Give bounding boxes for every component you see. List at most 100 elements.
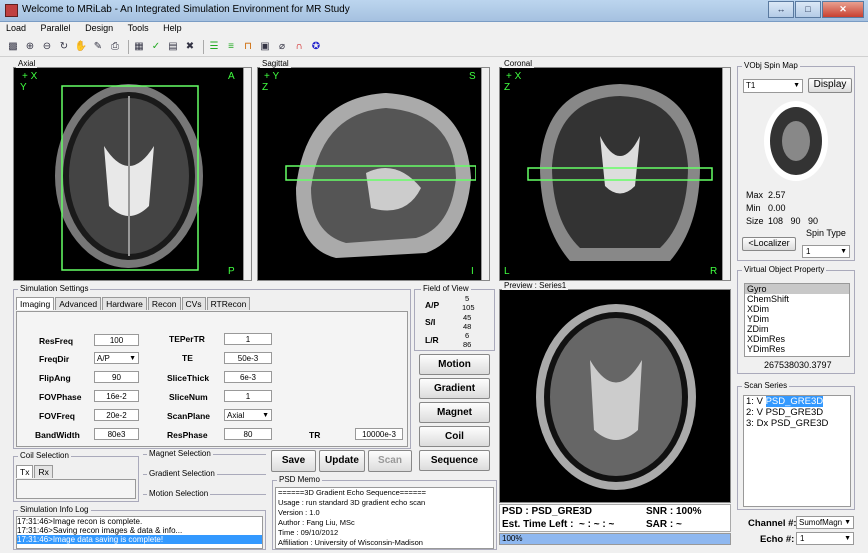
series-name: PSD_GRE3D bbox=[770, 418, 829, 429]
series-status: Dx bbox=[756, 418, 769, 429]
pulse-icon[interactable]: ⊓ bbox=[241, 40, 255, 54]
tab-cvs[interactable]: CVs bbox=[181, 297, 206, 310]
grid-icon[interactable]: ▦ bbox=[132, 40, 146, 54]
coronal-viewer[interactable]: Coronal + X Z L R bbox=[499, 59, 731, 281]
series-list[interactable]: 1: V PSD_GRE3D 2: V PSD_GRE3D 3: Dx PSD_… bbox=[743, 395, 851, 507]
info-log-list[interactable]: 17:31:46>Image recon is complete. 17:31:… bbox=[16, 516, 263, 549]
run-icon[interactable]: ✪ bbox=[309, 40, 323, 54]
tab-rtrecon[interactable]: RTRecon bbox=[206, 297, 251, 310]
menu-tools[interactable]: Tools bbox=[122, 22, 155, 34]
menu-help[interactable]: Help bbox=[157, 22, 188, 34]
plot-icon[interactable]: ⌀ bbox=[275, 40, 289, 54]
property-list[interactable]: Gyro ChemShift XDim YDim ZDim XDimRes YD… bbox=[744, 283, 850, 357]
tab-advanced[interactable]: Advanced bbox=[55, 297, 102, 310]
zoom-in-icon[interactable]: ⊕ bbox=[23, 40, 37, 54]
freqdir-select[interactable]: A/P ▼ bbox=[94, 352, 139, 364]
scanplane-select[interactable]: Axial ▼ bbox=[224, 409, 272, 421]
menu-design[interactable]: Design bbox=[79, 22, 119, 34]
tr-label: TR bbox=[309, 430, 321, 440]
display-button[interactable]: Display bbox=[808, 78, 852, 93]
axial-scrollbar[interactable] bbox=[243, 68, 251, 280]
series-row[interactable]: 2: V PSD_GRE3D bbox=[744, 407, 850, 418]
resphase-field[interactable]: 80 bbox=[224, 428, 272, 440]
spin-type-value: 1 bbox=[806, 247, 811, 256]
tab-tx[interactable]: Tx bbox=[16, 465, 34, 478]
minimize-button[interactable]: ↔ bbox=[768, 1, 794, 18]
property-item[interactable]: ZDim bbox=[745, 324, 849, 334]
channel-label: Channel #: bbox=[748, 518, 797, 529]
print-icon[interactable]: ⎙ bbox=[108, 40, 122, 54]
fovfreq-field[interactable]: 20e-2 bbox=[94, 409, 139, 421]
localizer-button[interactable]: <Localizer bbox=[742, 237, 796, 251]
sequence-button[interactable]: Sequence bbox=[419, 450, 490, 471]
gradient-selection-panel: Gradient Selection bbox=[143, 469, 266, 490]
sagittal-scrollbar[interactable] bbox=[481, 68, 489, 280]
slicenum-field[interactable]: 1 bbox=[224, 390, 272, 402]
property-item[interactable]: XDimRes bbox=[745, 334, 849, 344]
series-num: 1: bbox=[746, 396, 754, 407]
tab-imaging[interactable]: Imaging bbox=[16, 297, 55, 310]
coil-selection-panel: Coil Selection Tx Rx bbox=[13, 451, 139, 502]
property-item[interactable]: ChemShift bbox=[745, 294, 849, 304]
series-num: 2: bbox=[746, 407, 754, 418]
preview-viewer[interactable]: Preview : Series1 bbox=[499, 281, 731, 503]
check-icon[interactable]: ✓ bbox=[149, 40, 163, 54]
tab-rx[interactable]: Rx bbox=[34, 465, 53, 478]
menu-parallel[interactable]: Parallel bbox=[35, 22, 77, 34]
tab-hardware[interactable]: Hardware bbox=[102, 297, 147, 310]
tr-field[interactable]: 10000e-3 bbox=[355, 428, 403, 440]
virtual-object-panel: Virtual Object Property Gyro ChemShift X… bbox=[737, 265, 855, 374]
time-left: Est. Time Left : ~ : ~ : ~ bbox=[502, 519, 615, 530]
coronal-scrollbar[interactable] bbox=[722, 68, 730, 280]
scan-button[interactable]: Scan bbox=[368, 450, 412, 472]
channel-select[interactable]: SumofMagn ▼ bbox=[796, 516, 854, 529]
property-item[interactable]: XDim bbox=[745, 304, 849, 314]
flipang-field[interactable]: 90 bbox=[94, 371, 139, 383]
property-item[interactable]: YDim bbox=[745, 314, 849, 324]
field-of-view-panel: Field of View A/P 5 105 S/I 45 48 L/R 6 … bbox=[414, 284, 495, 351]
matrix-icon[interactable]: ▣ bbox=[258, 40, 272, 54]
echo-select[interactable]: 1 ▼ bbox=[796, 532, 854, 545]
table-icon[interactable]: ▤ bbox=[166, 40, 180, 54]
pan-icon[interactable]: ✋ bbox=[74, 40, 88, 54]
magnet-icon[interactable]: ∩ bbox=[292, 40, 306, 54]
field-label: SliceNum bbox=[169, 392, 208, 402]
rotate-icon[interactable]: ↻ bbox=[57, 40, 71, 54]
spin-map-select[interactable]: T1 ▼ bbox=[743, 79, 803, 93]
save-button[interactable]: Save bbox=[271, 450, 316, 472]
property-item[interactable]: Gyro bbox=[745, 284, 849, 294]
psd-memo-text[interactable]: ======3D Gradient Echo Sequence====== Us… bbox=[275, 487, 494, 549]
motion-button[interactable]: Motion bbox=[419, 354, 490, 375]
memo-line: Time : 09/10/2012 bbox=[278, 528, 339, 537]
resfreq-field[interactable]: 100 bbox=[94, 334, 139, 346]
fovphase-field[interactable]: 16e-2 bbox=[94, 390, 139, 402]
spin-type-select[interactable]: 1 ▼ bbox=[802, 245, 850, 258]
property-item[interactable]: YDimRes bbox=[745, 344, 849, 354]
update-button[interactable]: Update bbox=[319, 450, 365, 472]
coil-button[interactable]: Coil bbox=[419, 426, 490, 447]
menu-load[interactable]: Load bbox=[0, 22, 32, 34]
zoom-out-icon[interactable]: ⊖ bbox=[40, 40, 54, 54]
slicethick-field[interactable]: 6e-3 bbox=[224, 371, 272, 383]
info-log-label: Simulation Info Log bbox=[18, 505, 91, 514]
tab-recon[interactable]: Recon bbox=[147, 297, 181, 310]
bars-icon[interactable]: ☰ bbox=[207, 40, 221, 54]
series-row[interactable]: 3: Dx PSD_GRE3D bbox=[744, 418, 850, 429]
field-of-view-label: Field of View bbox=[421, 284, 471, 293]
preview-status: PSD : PSD_GRE3D SNR : 100% Est. Time Lef… bbox=[499, 504, 731, 532]
datacursor-icon[interactable]: ✎ bbox=[91, 40, 105, 54]
teper-tr-field[interactable]: 1 bbox=[224, 333, 272, 345]
gradient-button[interactable]: Gradient bbox=[419, 378, 490, 399]
maximize-button[interactable]: □ bbox=[795, 1, 821, 18]
simulation-settings-panel: Simulation Settings Imaging Advanced Har… bbox=[13, 284, 411, 449]
sagittal-viewer[interactable]: Sagittal + Y Z S I bbox=[257, 59, 490, 281]
bandwidth-field[interactable]: 80e3 bbox=[94, 428, 139, 440]
te-field[interactable]: 50e-3 bbox=[224, 352, 272, 364]
coil-icon[interactable]: ≡ bbox=[224, 40, 238, 54]
axial-viewer[interactable]: Axial + X Y A P bbox=[13, 59, 252, 281]
magnet-button[interactable]: Magnet bbox=[419, 402, 490, 423]
save-icon[interactable]: ▩ bbox=[6, 40, 20, 54]
series-row[interactable]: 1: V PSD_GRE3D bbox=[744, 396, 850, 407]
tools-icon[interactable]: ✖ bbox=[183, 40, 197, 54]
close-button[interactable]: ✕ bbox=[822, 1, 864, 18]
